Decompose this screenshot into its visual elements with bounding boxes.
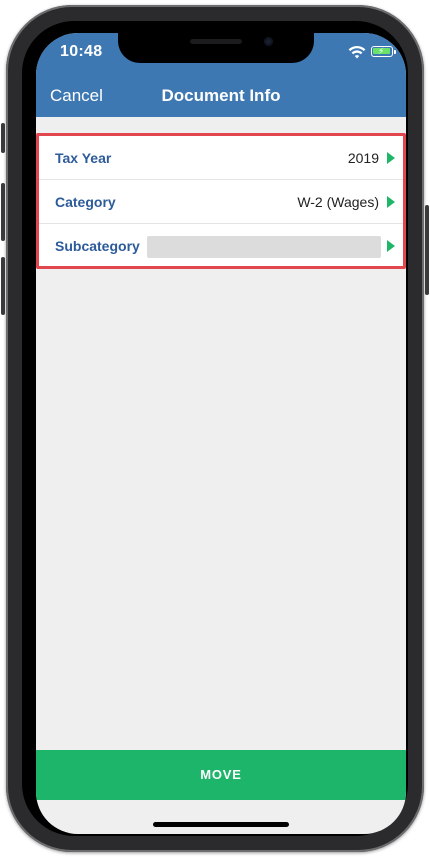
disclosure-arrow-icon bbox=[387, 152, 395, 164]
category-label: Category bbox=[55, 194, 116, 210]
mute-switch bbox=[1, 123, 5, 153]
status-bar: 10:48 ⚡ bbox=[36, 33, 406, 77]
move-button[interactable]: MOVE bbox=[36, 750, 406, 800]
notch bbox=[118, 33, 314, 63]
charging-bolt-icon: ⚡ bbox=[378, 46, 385, 56]
front-camera bbox=[264, 37, 273, 46]
page-title: Document Info bbox=[161, 86, 281, 105]
category-row[interactable]: Category W-2 (Wages) bbox=[39, 180, 403, 224]
app-screen: 10:48 ⚡ Cancel Document Info Tax Year 20… bbox=[36, 33, 406, 834]
disclosure-arrow-icon bbox=[387, 196, 395, 208]
phone-frame: 10:48 ⚡ Cancel Document Info Tax Year 20… bbox=[1, 5, 429, 852]
power-button bbox=[425, 205, 429, 295]
wifi-icon bbox=[348, 45, 366, 59]
navigation-bar: Cancel Document Info bbox=[36, 77, 406, 117]
category-value: W-2 (Wages) bbox=[297, 194, 379, 210]
subcategory-field[interactable] bbox=[147, 236, 381, 258]
tax-year-value: 2019 bbox=[347, 150, 379, 166]
battery-icon: ⚡ bbox=[371, 46, 396, 57]
status-time: 10:48 bbox=[60, 43, 103, 60]
home-indicator[interactable] bbox=[153, 822, 289, 827]
speaker-grille bbox=[190, 39, 242, 44]
disclosure-arrow-icon bbox=[387, 240, 395, 252]
subcategory-row[interactable]: Subcategory bbox=[39, 224, 403, 268]
volume-up-button bbox=[1, 183, 5, 241]
battery-terminal bbox=[394, 50, 396, 54]
subcategory-label: Subcategory bbox=[55, 238, 140, 254]
tax-year-row[interactable]: Tax Year 2019 bbox=[39, 136, 403, 180]
document-info-form: Tax Year 2019 Category W-2 (Wages) Subca… bbox=[36, 133, 406, 269]
volume-down-button bbox=[1, 257, 5, 315]
tax-year-label: Tax Year bbox=[55, 150, 112, 166]
